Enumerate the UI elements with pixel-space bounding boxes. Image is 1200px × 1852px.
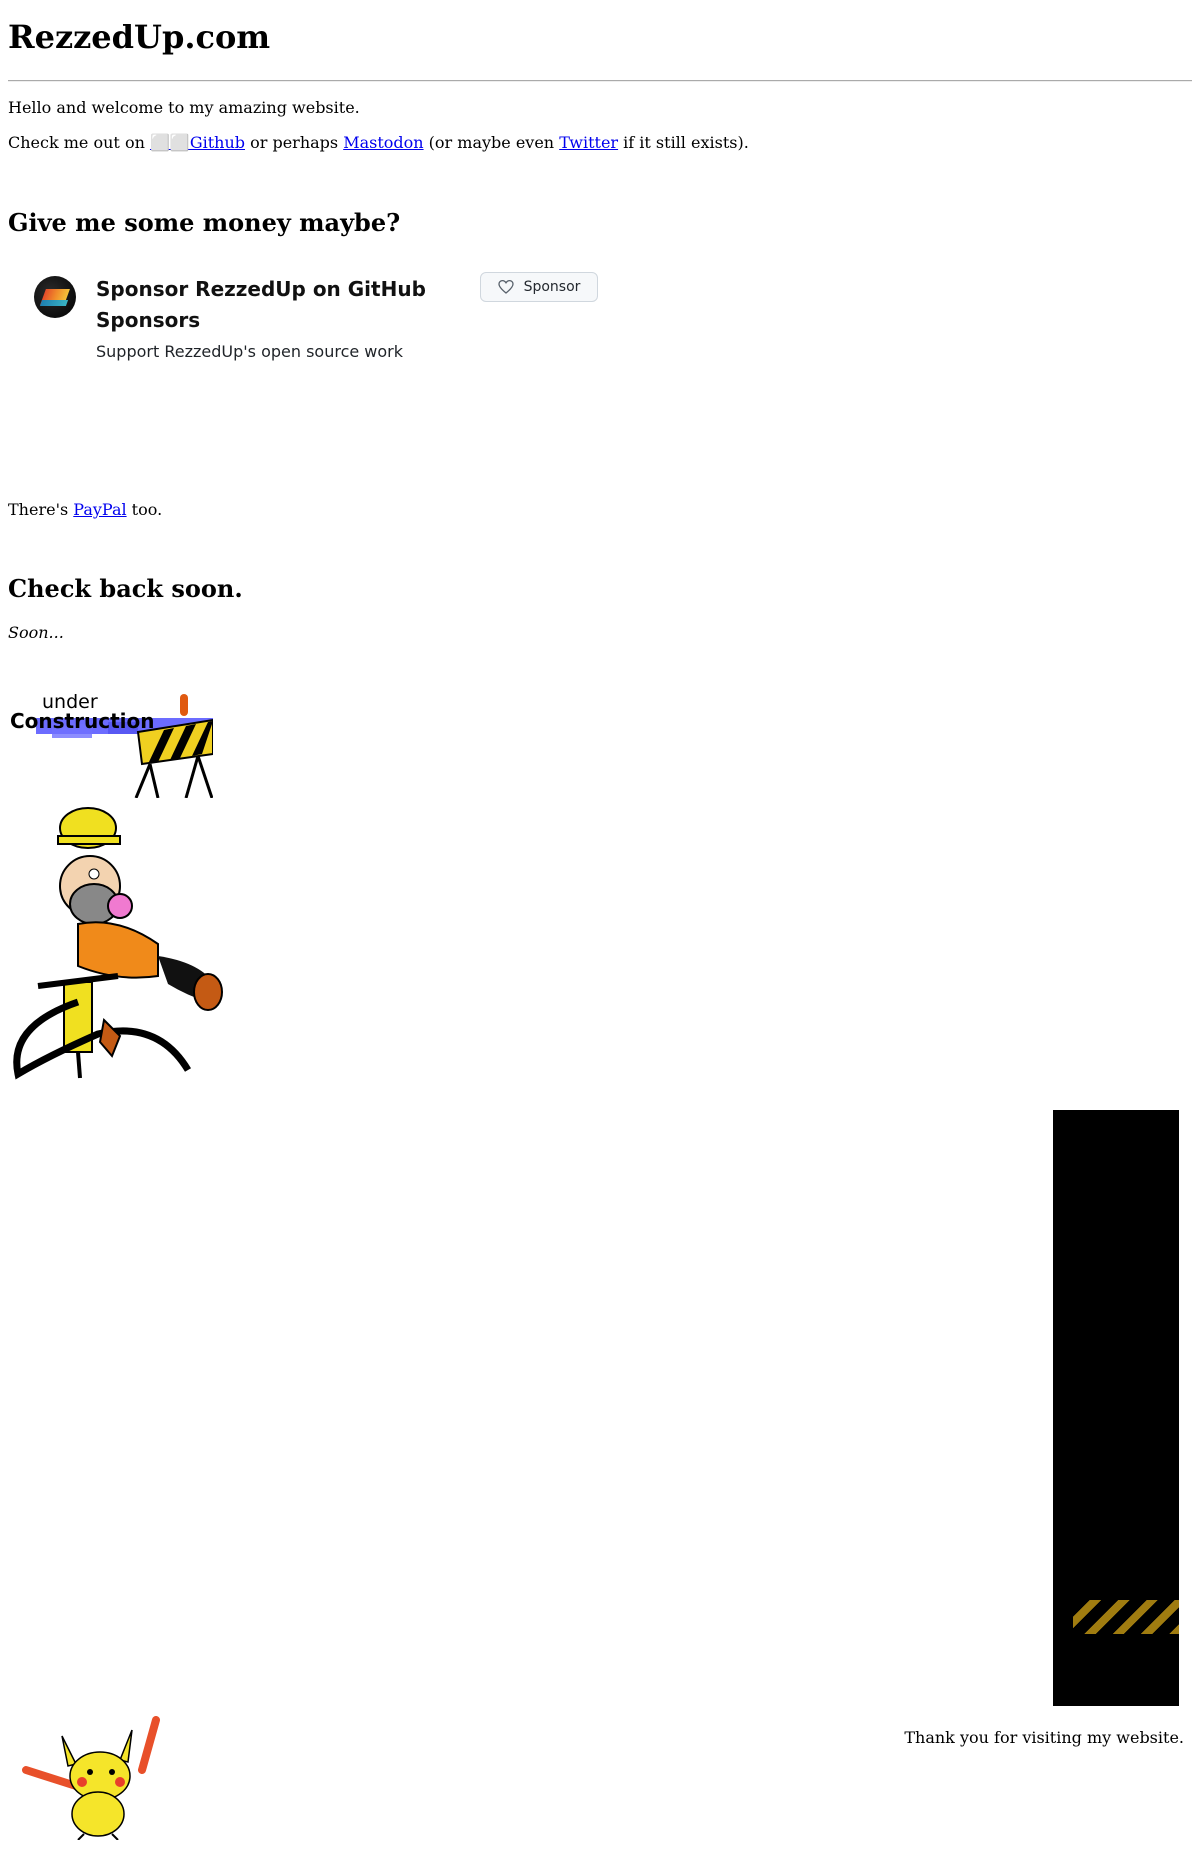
suffix-text: if it still exists). bbox=[618, 133, 749, 152]
thanks-text: Thank you for visiting my website. bbox=[904, 1728, 1184, 1747]
social-links-line: Check me out on ⬜⬜Github or perhaps Mast… bbox=[8, 133, 749, 152]
construction-worker-image bbox=[13, 807, 223, 1080]
soon-heading: Check back soon. bbox=[8, 574, 243, 603]
sponsor-button-label: Sponsor bbox=[523, 279, 581, 295]
pikachu-image bbox=[22, 1716, 160, 1840]
welcome-text: Hello and welcome to my amazing website. bbox=[8, 98, 360, 117]
mid-text-1: or perhaps bbox=[245, 133, 344, 152]
money-heading: Give me some money maybe? bbox=[8, 208, 401, 237]
check-prefix: Check me out on bbox=[8, 133, 150, 152]
paypal-suffix: too. bbox=[126, 500, 163, 519]
paypal-line: There's PayPal too. bbox=[8, 500, 162, 519]
heart-icon bbox=[497, 279, 514, 294]
caution-stripes bbox=[1073, 1600, 1179, 1634]
github-sponsor-card: Sponsor RezzedUp on GitHub Sponsors Supp… bbox=[24, 272, 604, 392]
site-title: RezzedUp.com bbox=[8, 18, 271, 56]
github-link[interactable]: ⬜⬜Github bbox=[150, 133, 245, 152]
sign-construction-text: Construction bbox=[10, 709, 154, 733]
mastodon-link[interactable]: Mastodon bbox=[343, 133, 423, 152]
paypal-link[interactable]: PayPal bbox=[73, 500, 126, 519]
under-construction-sign-image: under Construction bbox=[10, 691, 213, 798]
twitter-link[interactable]: Twitter bbox=[559, 133, 618, 152]
mid-text-2: (or maybe even bbox=[423, 133, 560, 152]
sponsor-title: Sponsor RezzedUp on GitHub Sponsors bbox=[96, 277, 426, 332]
header-divider bbox=[8, 80, 1192, 82]
paypal-prefix: There's bbox=[8, 500, 74, 519]
sponsor-subtitle: Support RezzedUp's open source work bbox=[96, 342, 404, 361]
soon-text: Soon... bbox=[8, 623, 64, 642]
black-banner-image bbox=[1053, 1110, 1179, 1706]
avatar bbox=[34, 276, 76, 318]
sponsor-button[interactable]: Sponsor bbox=[480, 272, 598, 302]
